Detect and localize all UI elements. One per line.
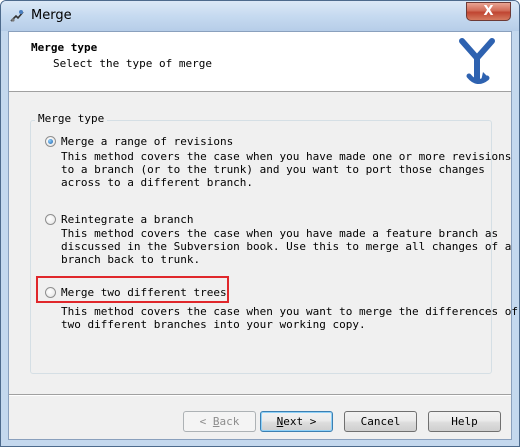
next-label: ext > bbox=[283, 415, 317, 428]
highlight-box bbox=[36, 276, 229, 303]
merge-dialog-window: Merge X Merge type Select the type of me… bbox=[0, 0, 520, 447]
radio-button[interactable] bbox=[45, 214, 56, 225]
cancel-button[interactable]: Cancel bbox=[344, 411, 417, 432]
window-title: Merge bbox=[31, 8, 72, 23]
back-button[interactable]: < Back bbox=[183, 411, 256, 432]
close-icon: X bbox=[483, 4, 494, 19]
option-description: This method covers the case when you hav… bbox=[61, 150, 512, 189]
help-label: Help bbox=[451, 415, 478, 428]
next-button[interactable]: Next > bbox=[260, 411, 333, 432]
back-label: ack bbox=[219, 415, 240, 428]
option-description: This method covers the case when you wan… bbox=[61, 305, 518, 331]
back-accelerator: B bbox=[212, 415, 220, 428]
back-arrow: < bbox=[199, 415, 213, 428]
help-button[interactable]: Help bbox=[428, 411, 501, 432]
dialog-client-area: Merge type Select the type of merge Merg… bbox=[8, 31, 518, 440]
merge-type-legend: Merge type bbox=[35, 112, 108, 125]
merge-tree-icon bbox=[459, 38, 495, 84]
radio-button-selected[interactable] bbox=[45, 136, 56, 147]
page-title: Merge type bbox=[31, 41, 98, 54]
option-label[interactable]: Reintegrate a branch bbox=[61, 213, 193, 226]
close-button[interactable]: X bbox=[466, 2, 511, 21]
page-subtitle: Select the type of merge bbox=[53, 57, 212, 70]
option-label[interactable]: Merge a range of revisions bbox=[61, 135, 233, 148]
wizard-header: Merge type Select the type of merge bbox=[9, 32, 511, 92]
tortoisesvn-icon bbox=[10, 10, 24, 22]
separator bbox=[9, 394, 511, 396]
title-bar[interactable]: Merge X bbox=[1, 1, 519, 31]
cancel-label: Cancel bbox=[360, 415, 401, 428]
option-description: This method covers the case when you hav… bbox=[61, 227, 512, 266]
